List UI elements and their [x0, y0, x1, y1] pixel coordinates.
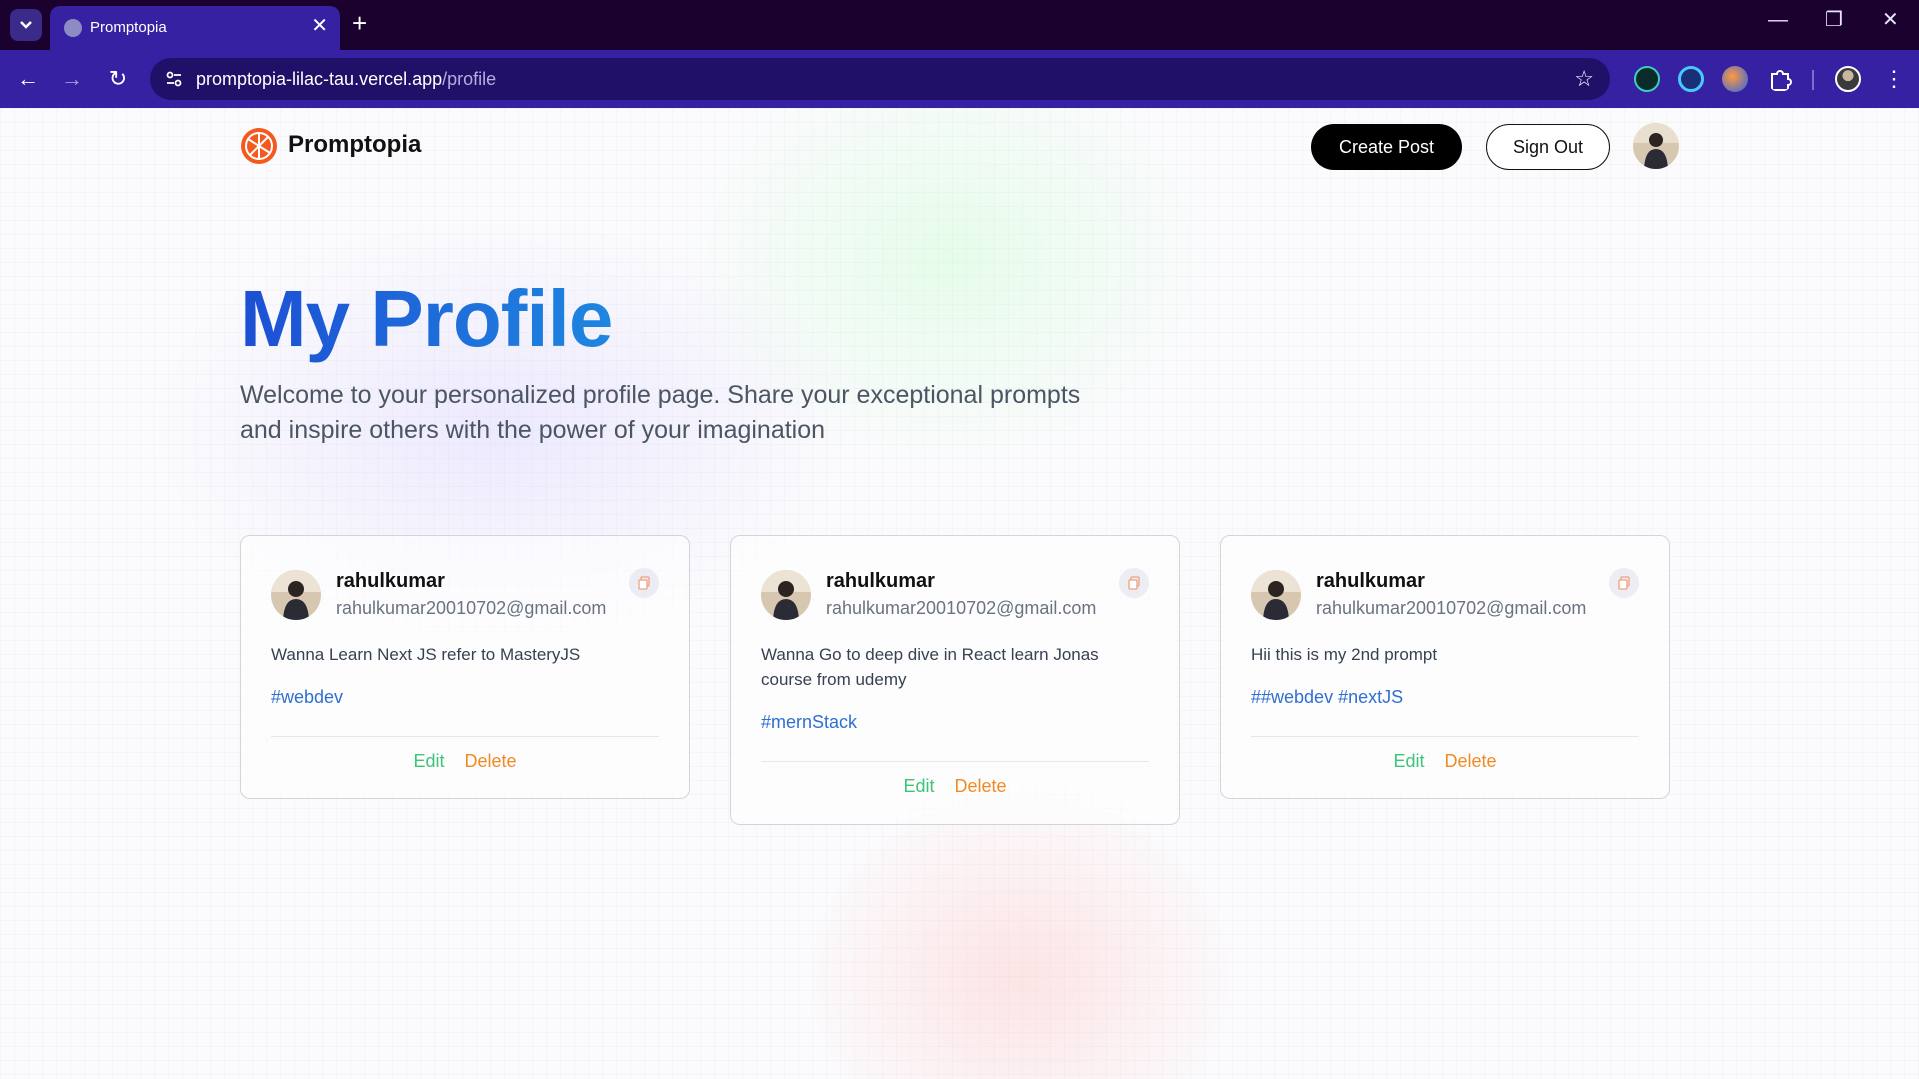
card-actions: Edit Delete	[731, 776, 1179, 797]
create-post-button[interactable]: Create Post	[1311, 124, 1462, 170]
url-host: promptopia-lilac-tau.vercel.app	[196, 69, 443, 89]
delete-button[interactable]: Delete	[1445, 751, 1497, 771]
delete-button[interactable]: Delete	[955, 776, 1007, 796]
copy-icon[interactable]	[629, 568, 659, 598]
profile-avatar-icon[interactable]	[1835, 66, 1861, 92]
avatar[interactable]	[1251, 570, 1301, 620]
logo-icon[interactable]	[240, 127, 278, 165]
extensions-puzzle-icon[interactable]	[1767, 66, 1793, 92]
card-email: rahulkumar20010702@gmail.com	[336, 598, 607, 618]
globe-icon	[64, 19, 82, 37]
card-username[interactable]: rahulkumar	[1316, 570, 1425, 593]
minimize-icon[interactable]: —	[1768, 10, 1788, 30]
card-email: rahulkumar20010702@gmail.com	[826, 598, 1097, 618]
card-prompt: Hii this is my 2nd prompt	[1251, 645, 1438, 664]
card-username[interactable]: rahulkumar	[826, 570, 935, 593]
browser-tab-strip: Promptopia ✕ + — ❐ ✕	[0, 0, 1919, 50]
sign-out-button[interactable]: Sign Out	[1486, 124, 1610, 170]
reload-icon[interactable]: ↻	[104, 65, 132, 93]
forward-icon[interactable]: →	[58, 65, 86, 93]
star-icon[interactable]: ☆	[1574, 66, 1594, 92]
copy-icon[interactable]	[1609, 568, 1639, 598]
card-prompt: Wanna Go to deep dive in React learn Jon…	[761, 645, 1099, 689]
window-close-icon[interactable]: ✕	[1882, 10, 1899, 30]
new-tab-button[interactable]: +	[352, 10, 367, 36]
prompt-card[interactable]: rahulkumar rahulkumar20010702@gmail.com …	[240, 535, 690, 799]
back-icon[interactable]: ←	[14, 65, 42, 93]
card-tags[interactable]: #webdev	[271, 687, 343, 708]
card-divider	[271, 736, 659, 737]
page-title: My Profile	[240, 274, 613, 363]
card-username[interactable]: rahulkumar	[336, 570, 445, 593]
prompt-card[interactable]: rahulkumar rahulkumar20010702@gmail.com …	[730, 535, 1180, 825]
card-email: rahulkumar20010702@gmail.com	[1316, 598, 1587, 618]
tab-search-icon[interactable]	[10, 9, 42, 41]
browser-toolbar: ← → ↻ promptopia-lilac-tau.vercel.app/pr…	[0, 50, 1919, 108]
user-avatar[interactable]	[1633, 123, 1679, 169]
copy-icon[interactable]	[1119, 568, 1149, 598]
edit-button[interactable]: Edit	[1393, 751, 1424, 771]
restore-icon[interactable]: ❐	[1825, 10, 1843, 30]
browser-tab[interactable]: Promptopia ✕	[50, 6, 340, 50]
avatar[interactable]	[271, 570, 321, 620]
react-devtools-extension-icon[interactable]	[1634, 66, 1660, 92]
site-settings-icon[interactable]	[164, 69, 184, 89]
card-tags[interactable]: ##webdev #nextJS	[1251, 687, 1403, 708]
card-tags[interactable]: #mernStack	[761, 712, 857, 733]
extension-icon[interactable]	[1722, 66, 1748, 92]
menu-icon[interactable]: ⋮	[1880, 65, 1908, 93]
brand-name[interactable]: Promptopia	[288, 131, 421, 159]
url-path: /profile	[442, 69, 497, 89]
close-icon[interactable]: ✕	[311, 16, 328, 36]
tab-title: Promptopia	[90, 19, 167, 36]
toolbar-separator	[1812, 70, 1814, 90]
address-bar[interactable]: promptopia-lilac-tau.vercel.app/profile …	[150, 58, 1610, 100]
edit-button[interactable]: Edit	[413, 751, 444, 771]
prompt-card[interactable]: rahulkumar rahulkumar20010702@gmail.com …	[1220, 535, 1670, 799]
delete-button[interactable]: Delete	[465, 751, 517, 771]
card-divider	[1251, 736, 1639, 737]
extension-icon[interactable]	[1678, 66, 1704, 92]
card-divider	[761, 761, 1149, 762]
avatar[interactable]	[761, 570, 811, 620]
page-description: Welcome to your personalized profile pag…	[240, 381, 1081, 444]
url-text: promptopia-lilac-tau.vercel.app/profile	[196, 69, 496, 90]
card-actions: Edit Delete	[1221, 751, 1669, 772]
card-actions: Edit Delete	[241, 751, 689, 772]
page-content: Promptopia Create Post Sign Out My Profi…	[0, 108, 1919, 1079]
edit-button[interactable]: Edit	[903, 776, 934, 796]
card-prompt: Wanna Learn Next JS refer to MasteryJS	[271, 645, 581, 664]
